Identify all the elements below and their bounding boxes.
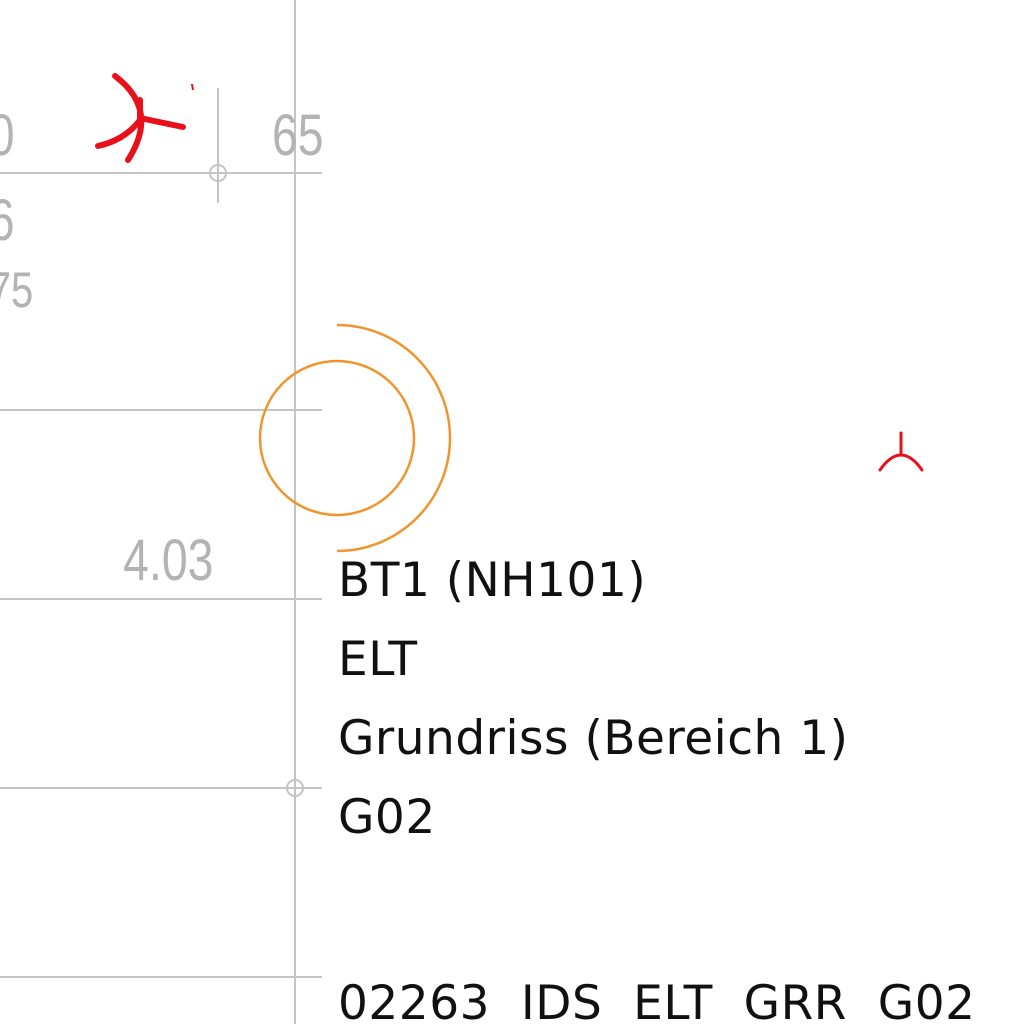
socket-symbol-small (878, 431, 924, 472)
red-mark-small (191, 83, 194, 91)
title-line-1: BT1 (NH101) (338, 553, 647, 608)
drawing-canvas: 0 6 75 65 4.03 (0, 0, 924, 1024)
dimension-fragment-top: 0 (0, 103, 15, 168)
dimension-top-right: 65 (272, 103, 324, 168)
outer-orange-arc (336, 323, 452, 553)
socket-symbol-large (95, 73, 186, 163)
title-line-4: G02 (338, 790, 436, 845)
dimension-fragment-lower: 75 (0, 262, 33, 318)
title-line-3: Grundriss (Bereich 1) (338, 711, 849, 766)
title-line-5: 02263 IDS ELT GRR G02 (338, 976, 976, 1031)
dimension-middle: 4.03 (123, 528, 213, 593)
title-line-2: ELT (338, 632, 418, 687)
inner-orange-circle (258, 359, 416, 517)
dimension-fragment-mid: 6 (0, 188, 15, 253)
